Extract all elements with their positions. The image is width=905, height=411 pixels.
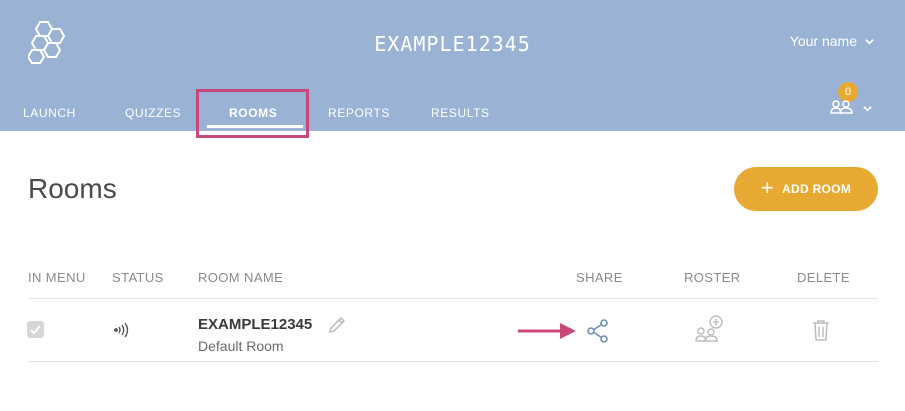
add-room-label: ADD ROOM (782, 182, 852, 196)
pointer-arrow-icon (518, 323, 576, 339)
room-subtitle: Default Room (198, 338, 284, 354)
table-header-divider (28, 298, 878, 299)
top-header: EXAMPLE12345 Your name LAUNCH QUIZZES RO… (0, 0, 905, 131)
add-room-button[interactable]: + ADD ROOM (734, 167, 878, 211)
plus-icon: + (760, 175, 775, 200)
column-header-share: SHARE (576, 270, 623, 285)
checkmark-icon (30, 325, 41, 335)
tab-reports[interactable]: REPORTS (328, 96, 390, 131)
signal-icon (114, 322, 129, 338)
app-title: EXAMPLE12345 (374, 32, 531, 56)
column-header-room-name: ROOM NAME (198, 270, 284, 285)
notifications-menu[interactable]: 0 (828, 82, 876, 116)
column-header-roster: ROSTER (684, 270, 741, 285)
column-header-delete: DELETE (797, 270, 850, 285)
add-roster-icon[interactable] (694, 314, 726, 344)
trash-icon[interactable] (811, 318, 831, 342)
tab-results[interactable]: RESULTS (431, 96, 490, 131)
chevron-down-icon (865, 38, 874, 45)
tab-quizzes[interactable]: QUIZZES (125, 96, 181, 131)
edit-pencil-icon[interactable] (327, 315, 347, 335)
column-header-status: STATUS (112, 270, 164, 285)
user-menu[interactable]: Your name (790, 33, 875, 49)
column-header-in-menu: IN MENU (28, 270, 86, 285)
user-name: Your name (789, 33, 857, 49)
page-title: Rooms (28, 173, 117, 204)
room-name: EXAMPLE12345 (198, 316, 313, 333)
tab-launch[interactable]: LAUNCH (23, 96, 76, 131)
rooms-tab-highlight (196, 89, 309, 138)
table-row-divider (28, 361, 878, 362)
chevron-down-icon (863, 106, 872, 112)
people-group-icon (830, 100, 853, 114)
share-icon[interactable] (586, 318, 610, 344)
in-menu-checkbox[interactable] (27, 321, 44, 338)
